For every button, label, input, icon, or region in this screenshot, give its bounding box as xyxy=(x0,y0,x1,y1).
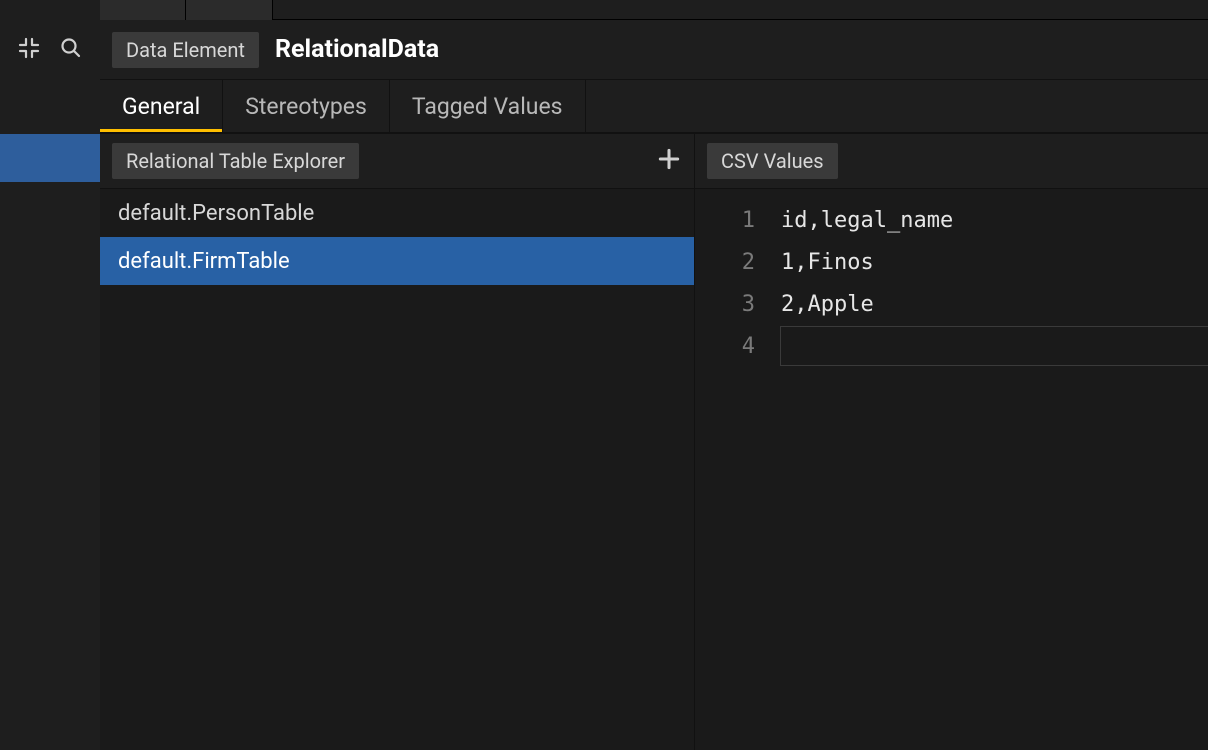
code-text: 1,Finos xyxy=(781,250,1208,275)
line-number: 3 xyxy=(695,292,781,317)
line-number: 4 xyxy=(695,334,781,359)
left-rail xyxy=(0,20,100,750)
sidebar-selected-item[interactable] xyxy=(0,134,100,182)
csv-editor[interactable]: 1id,legal_name21,Finos32,Apple4 xyxy=(695,188,1208,750)
collapse-icon[interactable] xyxy=(17,36,41,64)
csv-panel: CSV Values 1id,legal_name21,Finos32,Appl… xyxy=(695,134,1208,750)
explorer-list: default.PersonTabledefault.FirmTable xyxy=(100,188,694,750)
code-text: 2,Apple xyxy=(781,292,1208,317)
search-icon[interactable] xyxy=(59,36,83,64)
tab-general[interactable]: General xyxy=(100,80,223,132)
table-item[interactable]: default.FirmTable xyxy=(100,237,694,285)
add-table-button[interactable] xyxy=(656,146,682,176)
tab-tagged-values[interactable]: Tagged Values xyxy=(390,80,586,132)
code-text: id,legal_name xyxy=(781,208,1208,233)
element-title: RelationalData xyxy=(275,35,439,64)
code-line[interactable]: 1id,legal_name xyxy=(695,199,1208,241)
code-line[interactable]: 21,Finos xyxy=(695,241,1208,283)
element-header: Data Element RelationalData xyxy=(100,20,1208,80)
top-tab-strip xyxy=(100,0,1208,20)
explorer-title-chip: Relational Table Explorer xyxy=(112,143,359,179)
top-tab[interactable] xyxy=(100,0,186,20)
relational-table-explorer: Relational Table Explorer default.Person… xyxy=(100,134,695,750)
table-item[interactable]: default.PersonTable xyxy=(100,189,694,237)
line-number: 2 xyxy=(695,250,781,275)
line-number: 1 xyxy=(695,208,781,233)
code-line[interactable]: 4 xyxy=(695,325,1208,367)
element-type-chip: Data Element xyxy=(112,32,259,68)
tab-stereotypes[interactable]: Stereotypes xyxy=(223,80,390,132)
section-tabs: General Stereotypes Tagged Values xyxy=(100,80,1208,134)
code-text xyxy=(781,327,1208,365)
csv-title-chip: CSV Values xyxy=(707,143,838,179)
top-tab[interactable] xyxy=(186,0,272,20)
code-line[interactable]: 32,Apple xyxy=(695,283,1208,325)
